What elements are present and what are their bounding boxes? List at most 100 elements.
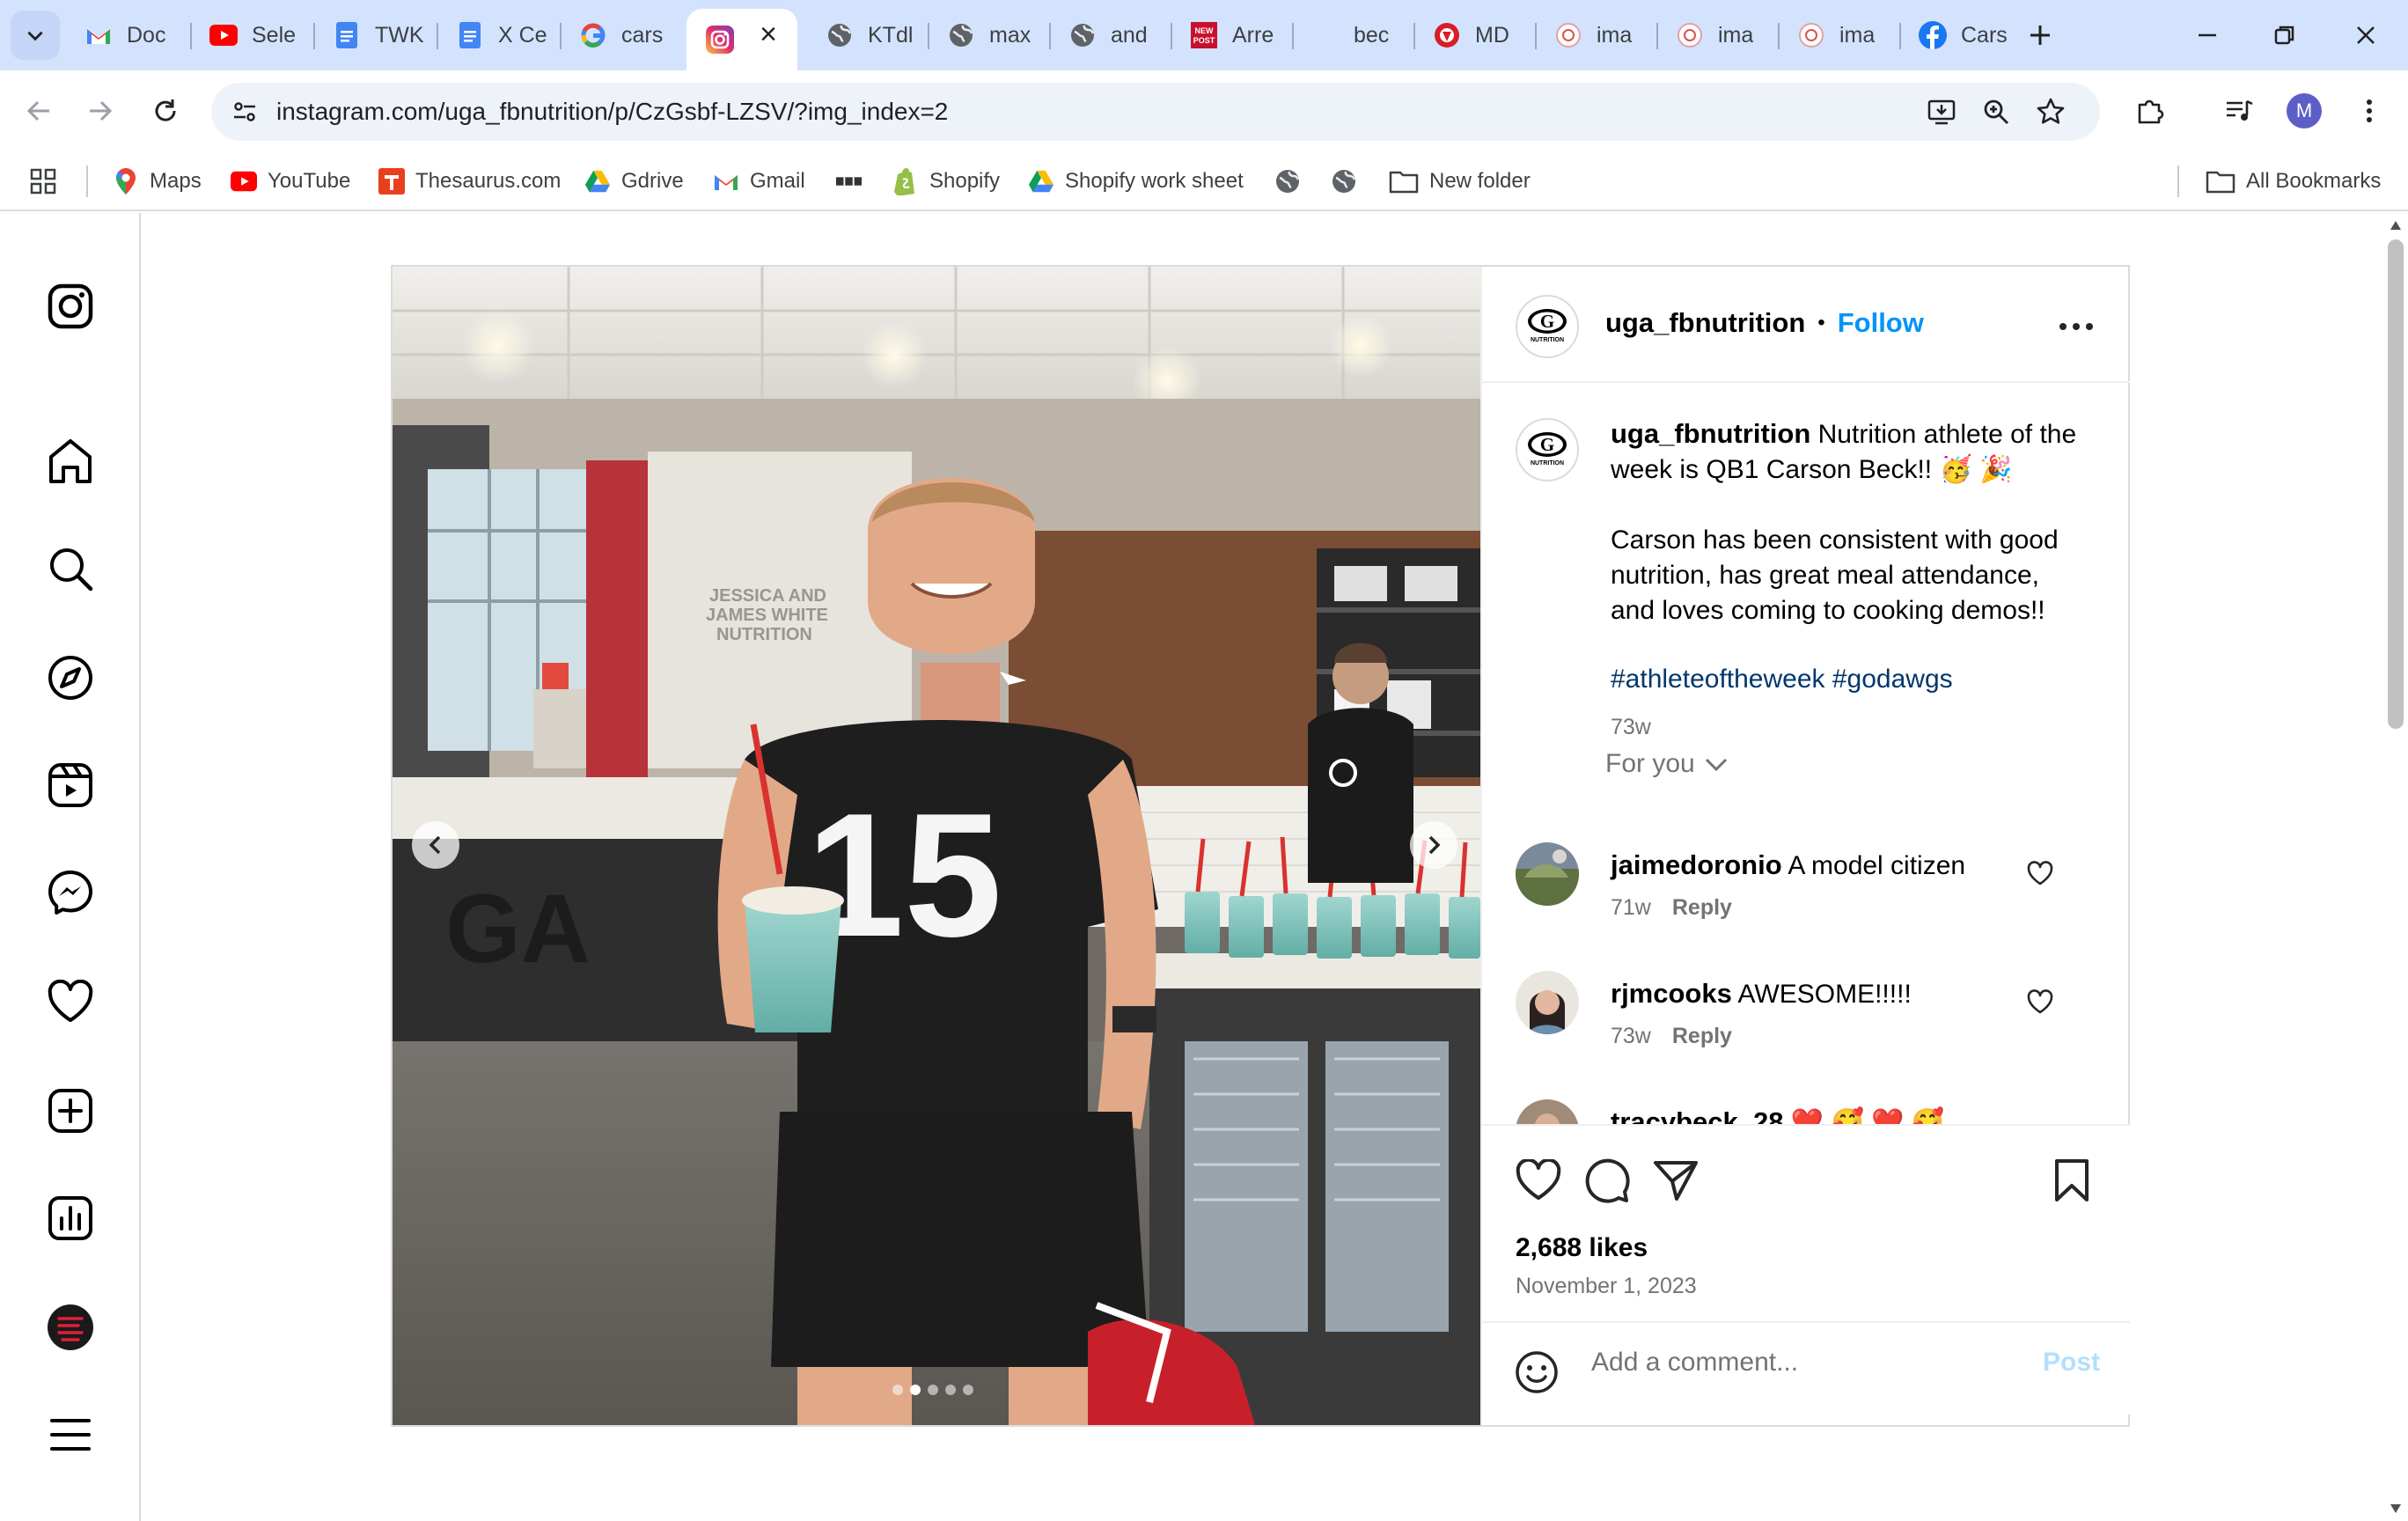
new-tab-button[interactable] [2014, 9, 2067, 62]
google-docs-icon [333, 21, 361, 49]
commenter-avatar[interactable] [1516, 842, 1579, 906]
caption-author-avatar[interactable]: G NUTRITION [1516, 418, 1579, 481]
messenger-icon[interactable] [42, 864, 99, 921]
commenter-avatar[interactable] [1516, 1099, 1579, 1124]
bookmark-shopify[interactable]: Shopify [892, 162, 1000, 201]
follow-button[interactable]: Follow [1838, 307, 1924, 339]
post-modal: JESSICA AND JAMES WHITE NUTRITION GA 15 … [391, 265, 2130, 1427]
caption-username[interactable]: uga_fbnutrition [1611, 418, 1810, 449]
nypost-icon: NEW POST [1190, 21, 1218, 49]
back-button[interactable] [16, 88, 62, 134]
bookmark-globe-1[interactable] [1274, 162, 1311, 201]
search-icon[interactable] [42, 540, 99, 597]
post-comment-button[interactable]: Post [2043, 1348, 2100, 1378]
profile-avatar[interactable] [42, 1299, 99, 1356]
tab-google-docs[interactable]: TWK [317, 11, 431, 60]
page-scrollbar[interactable] [2383, 213, 2408, 1521]
tab-youtube[interactable]: Sele [194, 11, 308, 60]
zoom-icon[interactable] [1975, 91, 2017, 133]
tab-image-2[interactable]: ima [1660, 11, 1774, 60]
tab-globe-2[interactable]: max [931, 11, 1046, 60]
reply-button[interactable]: Reply [1672, 1024, 1732, 1048]
likes-count[interactable]: 2,688 likes [1516, 1233, 1648, 1263]
tab-gmail[interactable]: Doc [69, 11, 183, 60]
notifications-heart-icon[interactable] [42, 974, 99, 1030]
commenter-username[interactable]: rjmcooks [1611, 978, 1732, 1009]
commenter-avatar[interactable] [1516, 971, 1579, 1034]
comment-sort-dropdown[interactable]: For you [1605, 749, 1729, 779]
tab-image-3[interactable]: ima [1781, 11, 1896, 60]
tab-image-1[interactable]: ima [1538, 11, 1653, 60]
tab-md[interactable]: MD [1417, 11, 1531, 60]
close-window-button[interactable] [2331, 9, 2401, 62]
chevron-left-icon [429, 835, 441, 855]
bookmark-shopify-work-sheet[interactable]: Shopify work sheet [1028, 162, 1244, 201]
author-username[interactable]: uga_fbnutrition [1605, 307, 1805, 339]
save-bookmark-icon[interactable] [2045, 1154, 2098, 1207]
site-info-icon[interactable] [224, 91, 266, 133]
like-comment-icon[interactable] [2026, 860, 2054, 888]
minimize-button[interactable] [2172, 9, 2243, 62]
carousel-prev-button[interactable] [412, 821, 459, 869]
address-bar[interactable]: instagram.com/uga_fbnutrition/p/CzGsbf-L… [211, 83, 2100, 141]
bookmark-maps[interactable]: Maps [113, 162, 202, 201]
tab-google-search[interactable]: cars [563, 11, 678, 60]
install-app-icon[interactable] [1920, 91, 1963, 133]
commenter-username[interactable]: tracybeck_28 [1611, 1106, 1784, 1124]
caption-hashtags[interactable]: #athleteoftheweek #godawgs [1611, 662, 2086, 697]
carousel-dot [928, 1385, 938, 1395]
tab-beck[interactable]: bec [1296, 11, 1410, 60]
instagram-sidebar [0, 213, 141, 1521]
insights-icon[interactable] [42, 1190, 99, 1246]
reels-icon[interactable] [42, 757, 99, 813]
bookmark-gmail[interactable]: Gmail [713, 162, 805, 201]
tab-globe-3[interactable]: and [1053, 11, 1167, 60]
commenter-username[interactable]: jaimedoronio [1611, 849, 1782, 880]
scrollbar-thumb[interactable] [2388, 239, 2404, 729]
like-comment-icon[interactable] [2026, 988, 2054, 1017]
close-tab-icon[interactable]: × [755, 19, 782, 49]
bookmark-bbc[interactable] [836, 162, 873, 201]
bookmark-youtube[interactable]: YouTube [231, 162, 350, 201]
post-sidebar: G NUTRITION uga_fbnutrition • Follow G NUT… [1480, 267, 2130, 1425]
post-photo[interactable]: JESSICA AND JAMES WHITE NUTRITION GA 15 [393, 267, 1480, 1425]
forward-button[interactable] [77, 88, 123, 134]
apps-button[interactable] [30, 162, 56, 201]
tab-google-docs-2[interactable]: X Ce [440, 11, 554, 60]
media-controls-button[interactable] [2216, 88, 2262, 134]
more-menu-icon[interactable] [42, 1407, 99, 1463]
profile-button[interactable]: M [2281, 88, 2327, 134]
tab-globe-1[interactable]: KTdl [810, 11, 924, 60]
instagram-logo-icon[interactable] [42, 278, 99, 334]
bookmark-globe-2[interactable] [1331, 162, 1368, 201]
author-avatar[interactable]: G NUTRITION [1516, 295, 1579, 358]
home-icon[interactable] [42, 433, 99, 489]
emoji-icon[interactable] [1514, 1349, 1560, 1395]
caption-line-2: Carson has been consistent with good nut… [1611, 525, 2059, 625]
reply-button[interactable]: Reply [1672, 895, 1732, 920]
bookmark-star-icon[interactable] [2030, 91, 2072, 133]
bookmark-thesaurus[interactable]: Thesaurus.com [378, 162, 561, 201]
tab-facebook[interactable]: Cars [1903, 11, 2017, 60]
comment-input[interactable]: Add a comment... [1591, 1348, 1798, 1378]
browser-menu-button[interactable] [2346, 88, 2392, 134]
post-options-button[interactable] [2054, 309, 2098, 344]
extensions-button[interactable] [2126, 88, 2172, 134]
comment-icon[interactable] [1581, 1154, 1633, 1207]
bookmark-gdrive[interactable]: Gdrive [584, 162, 684, 201]
share-icon[interactable] [1649, 1154, 1702, 1207]
restore-button[interactable] [2250, 9, 2320, 62]
tab-search-button[interactable] [11, 11, 60, 60]
tab-nypost[interactable]: NEW POST Arre [1174, 11, 1288, 60]
comment-item: jaimedoronio A model citizen 71w Reply [1482, 842, 2130, 966]
tab-instagram-active[interactable]: × [686, 9, 797, 70]
create-post-icon[interactable] [42, 1083, 99, 1139]
bookmark-new-folder[interactable]: New folder [1389, 162, 1531, 201]
scroll-down-arrow-icon[interactable] [2390, 1503, 2402, 1514]
all-bookmarks[interactable]: All Bookmarks [2206, 162, 2381, 201]
carousel-next-button[interactable] [1410, 821, 1457, 869]
scroll-up-arrow-icon[interactable] [2390, 220, 2402, 231]
reload-button[interactable] [143, 88, 188, 134]
like-icon[interactable] [1512, 1154, 1565, 1207]
explore-icon[interactable] [42, 650, 99, 706]
